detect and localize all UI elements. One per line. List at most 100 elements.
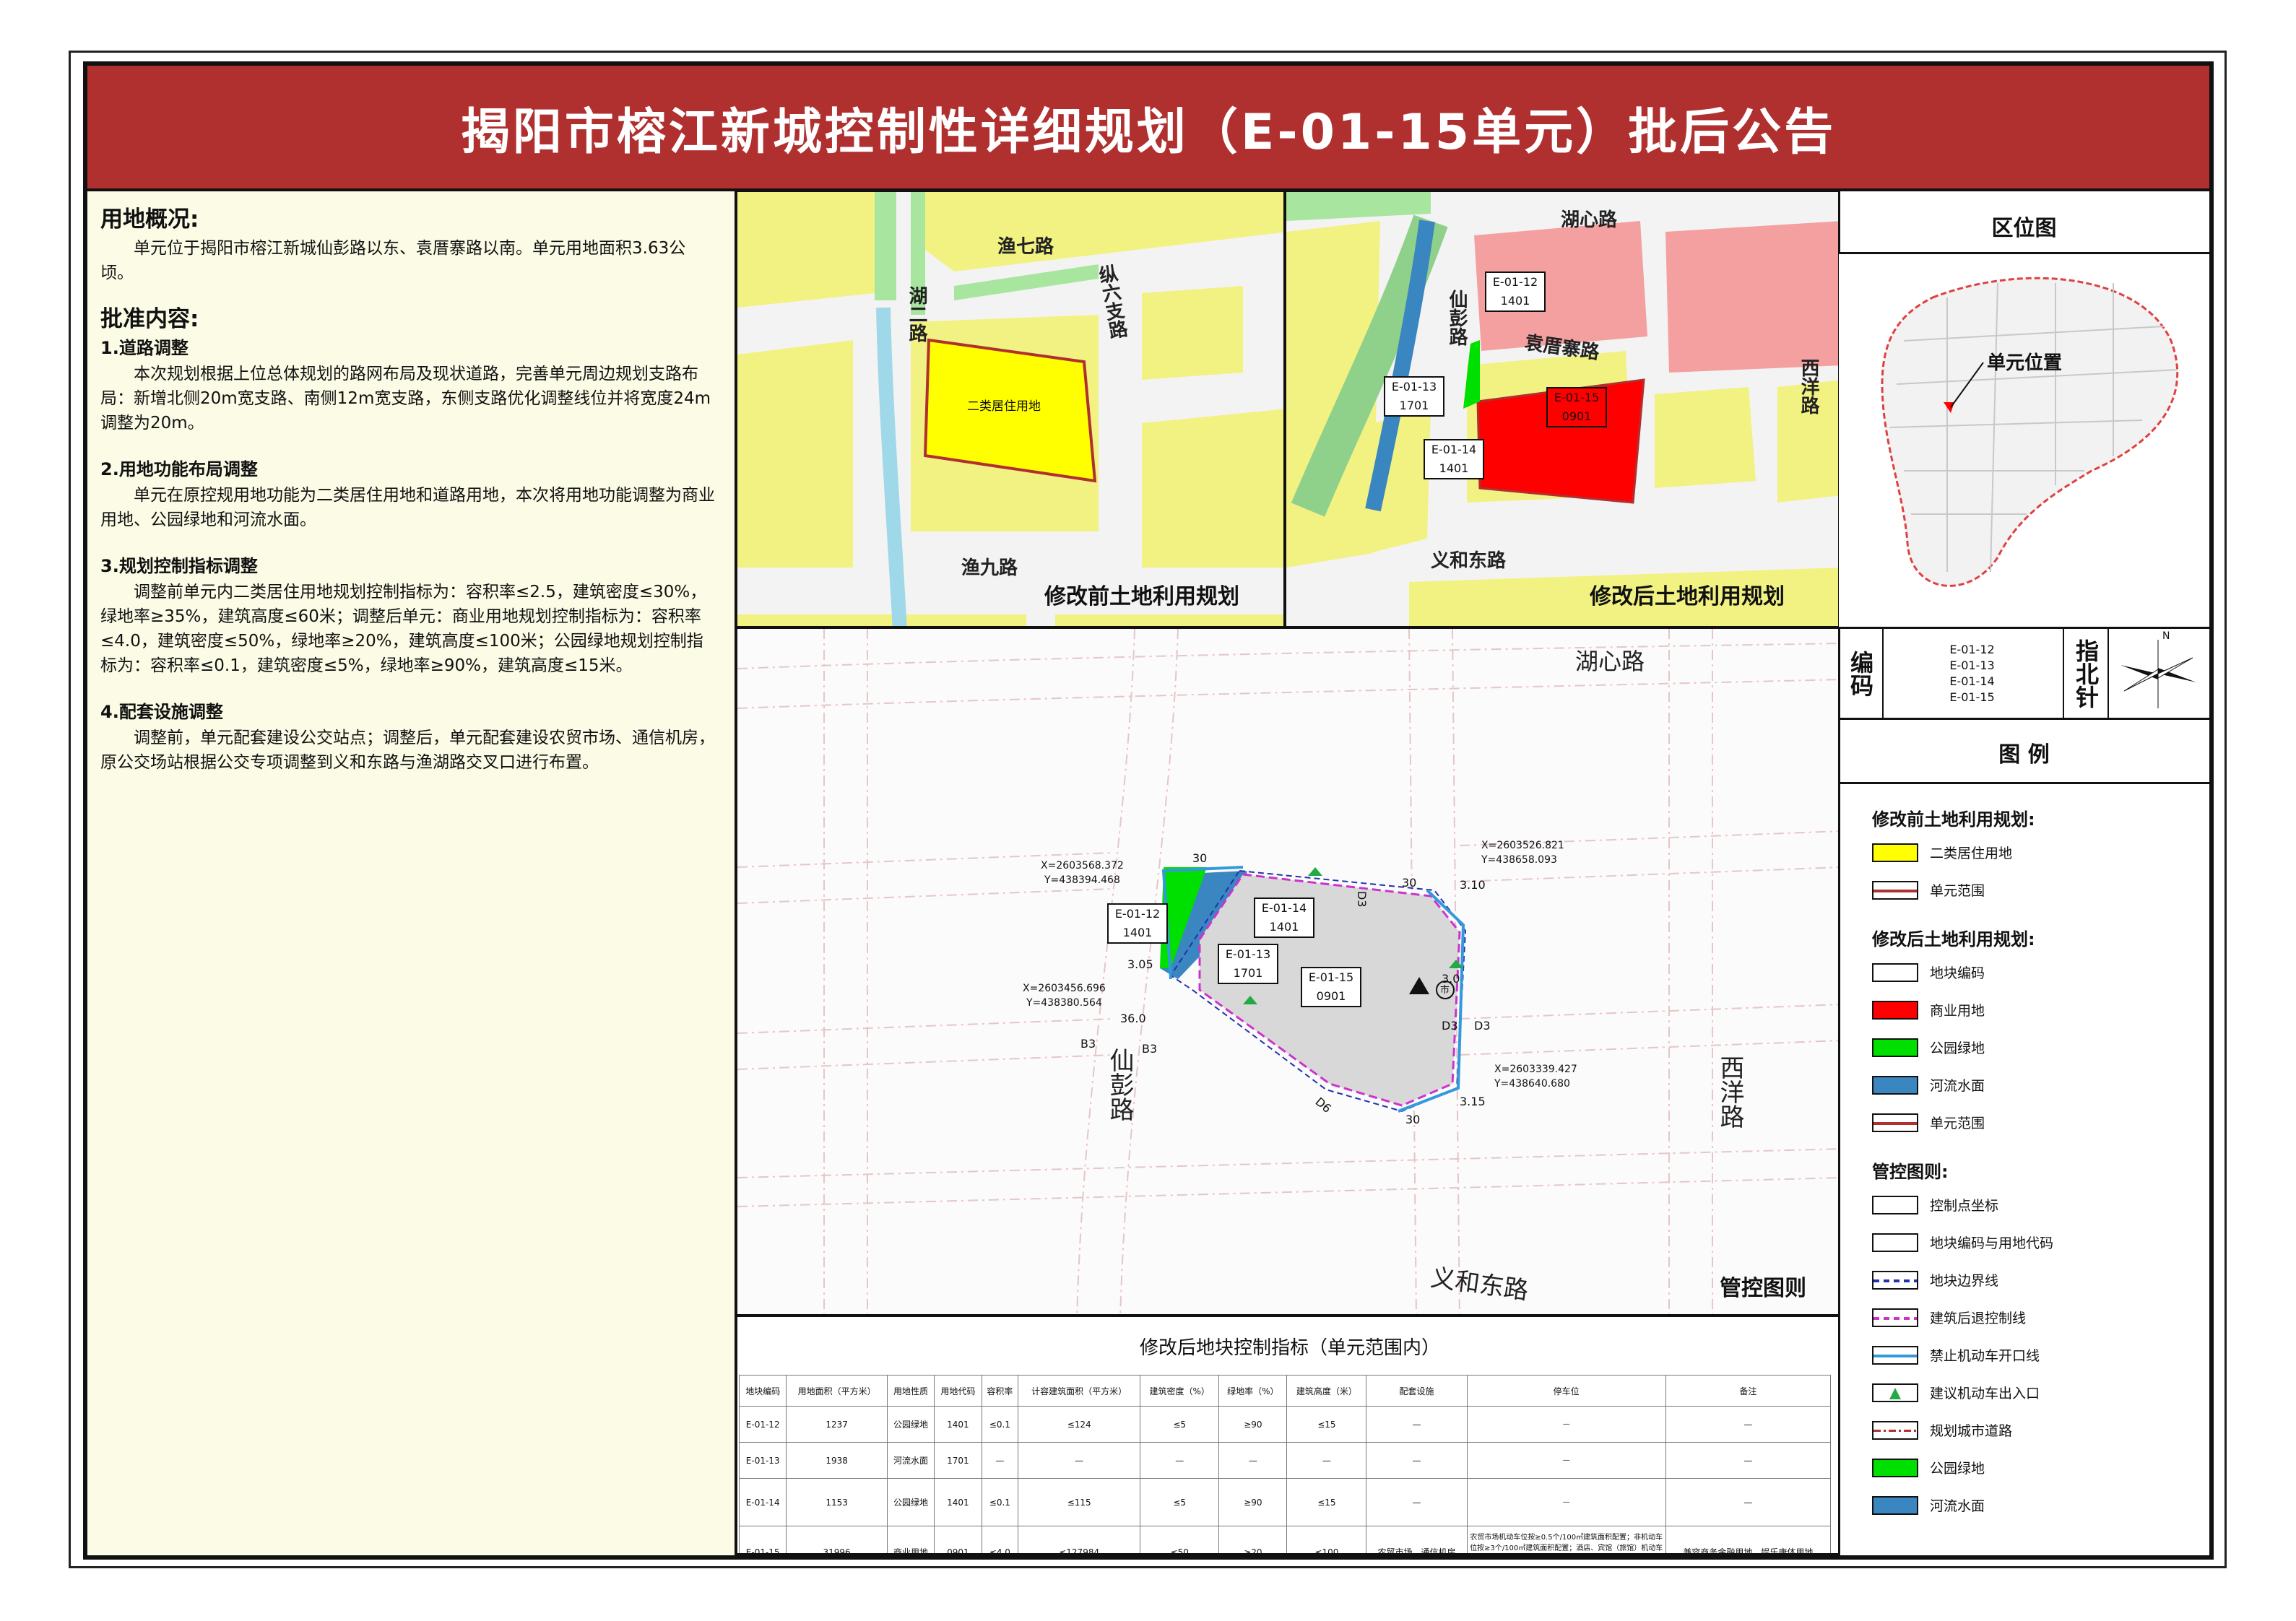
table-header-cell: 备注 bbox=[1665, 1375, 1832, 1407]
legend-label: 地块编码 bbox=[1930, 965, 1985, 981]
north-arrow-icon bbox=[2120, 640, 2196, 708]
description-panel: 用地概况: 单元位于揭阳市榕江新城仙彭路以东、袁厝寨路以南。单元用地面积3.63… bbox=[87, 191, 737, 1555]
legend-label: 规划城市道路 bbox=[1930, 1423, 2013, 1439]
setback-mark: D3 bbox=[1355, 891, 1369, 908]
table-cell: — bbox=[1140, 1442, 1220, 1479]
legend-swatch bbox=[1872, 1270, 1918, 1290]
legend-item: 河流水面 bbox=[1872, 1075, 1985, 1095]
location-marker-label: 单元位置 bbox=[1987, 352, 2063, 374]
road-label: 湖二路 bbox=[906, 286, 927, 342]
map-after-caption: 修改后土地利用规划 bbox=[1590, 584, 1785, 609]
legend-divider bbox=[1839, 782, 2209, 784]
table-cell: 1701 bbox=[934, 1442, 982, 1479]
legend-swatch bbox=[1872, 1458, 1918, 1477]
legend-label: 建议机动车出入口 bbox=[1930, 1386, 2040, 1401]
table-cell: ≤0.1 bbox=[981, 1478, 1019, 1526]
legend-swatch bbox=[1872, 1113, 1918, 1132]
legend-heading: 图 例 bbox=[1998, 742, 2050, 768]
legend-swatch bbox=[1872, 962, 1918, 982]
legend-label: 地块边界线 bbox=[1930, 1273, 1999, 1289]
table-cell: — bbox=[1665, 1406, 1832, 1443]
table-cell: ≥90 bbox=[1218, 1478, 1288, 1526]
section-text: 调整前，单元配套建设公交站点；调整后，单元配套建设农贸市场、通信机房，原公交场站… bbox=[100, 729, 715, 772]
legend-item: 二类居住用地 bbox=[1872, 843, 2012, 862]
table-cell: ≥90 bbox=[1218, 1406, 1288, 1443]
legend-label: 单元范围 bbox=[1930, 1116, 1985, 1131]
table-cell: ≤124 bbox=[1018, 1406, 1141, 1443]
table-cell: 公园绿地 bbox=[886, 1478, 935, 1526]
parcel-code-box: E-01-14 1401 bbox=[1254, 898, 1314, 938]
legend-group-title: 修改前土地利用规划: bbox=[1872, 809, 2035, 830]
road-label: 渔九路 bbox=[961, 557, 1018, 579]
location-map: 单元位置 bbox=[1839, 252, 2209, 629]
page-title: 揭阳市榕江新城控制性详细规划（E-01-15单元）批后公告 bbox=[460, 103, 1837, 161]
road-label: 仙彭路 bbox=[1446, 290, 1468, 346]
legend-label: 河流水面 bbox=[1930, 1078, 1985, 1094]
right-column: 区位图 单元位置 编码 E-01-12 E-01-13 E-01-14 E-01- bbox=[1839, 191, 2209, 1555]
table-cell: 农贸市场、通信机房 bbox=[1366, 1526, 1468, 1553]
road-label: 仙彭路 bbox=[1105, 1048, 1134, 1121]
setback-mark: D3 bbox=[1474, 1019, 1491, 1033]
control-point-coord: X=2603568.372 Y=438394.468 bbox=[1041, 860, 1124, 886]
table-cell: — bbox=[1466, 1478, 1666, 1526]
codes-block: 编码 E-01-12 E-01-13 E-01-14 E-01-15 指北针 N bbox=[1839, 629, 2209, 720]
control-map-panel: 湖心路 仙彭路 西洋路 义和东路 X=2603568.372 Y=438394.4… bbox=[735, 627, 1840, 1316]
section-title: 1.道路调整 bbox=[100, 338, 189, 358]
section-title: 3.规划控制指标调整 bbox=[100, 556, 258, 576]
table-cell: E-01-14 bbox=[738, 1478, 787, 1526]
north-label: 指北针 bbox=[2063, 629, 2109, 718]
legend-label: 二类居住用地 bbox=[1930, 846, 2013, 861]
legend-swatch bbox=[1872, 1000, 1918, 1020]
table-header-cell: 计容建筑面积（平方米） bbox=[1018, 1375, 1141, 1407]
table-row: E-01-14 1153 公园绿地 1401 ≤0.1 ≤115 ≤5 ≥90 ≤15— — — bbox=[738, 1478, 1832, 1526]
road-label: 西洋路 bbox=[1715, 1055, 1744, 1129]
table-cell: 商业用地 bbox=[886, 1526, 935, 1553]
table-cell: ≤5 bbox=[1140, 1406, 1220, 1443]
table-cell: 31996 bbox=[786, 1526, 888, 1553]
road-label: 义和东路 bbox=[1431, 550, 1507, 572]
legend-label: 建筑后退控制线 bbox=[1930, 1311, 2027, 1326]
dimension-label: 3.10 bbox=[1460, 878, 1486, 892]
table-cell: 1153 bbox=[786, 1478, 888, 1526]
table-cell: — bbox=[1218, 1442, 1288, 1479]
table-cell: ≤100 bbox=[1286, 1526, 1367, 1553]
table-cell: — bbox=[981, 1442, 1019, 1479]
table-header-row: 地块编码 用地面积（平方米） 用地性质 用地代码 容积率 计容建筑面积（平方米） 建筑密度（… bbox=[738, 1375, 1832, 1407]
table-cell: — bbox=[1366, 1442, 1468, 1479]
control-point-coord: X=2603526.821 Y=438658.093 bbox=[1481, 840, 1564, 866]
legend-swatch bbox=[1872, 1195, 1918, 1214]
legend-item: 地块编码与用地代码 bbox=[1872, 1233, 2053, 1252]
table-row: E-01-15 31996 商业用地 0901 ≤4.0 ≤127984 ≤50 ≥20 ≤10… bbox=[738, 1526, 1832, 1553]
dimension-label: 30 bbox=[1192, 851, 1208, 865]
legend-swatch bbox=[1872, 1495, 1918, 1515]
table-row: E-01-13 1938 河流水面 1701— — — — — — — — bbox=[738, 1442, 1832, 1479]
table-cell: 公园绿地 bbox=[886, 1406, 935, 1443]
table-header-cell: 容积率 bbox=[981, 1375, 1019, 1407]
table-header-cell: 用地面积（平方米） bbox=[786, 1375, 888, 1407]
location-heading: 区位图 bbox=[1991, 216, 2057, 241]
table-cell: 0901 bbox=[934, 1526, 982, 1553]
dimension-label: 30 bbox=[1405, 1113, 1421, 1126]
table-header-cell: 建筑密度（%） bbox=[1140, 1375, 1220, 1407]
table-cell: — bbox=[1018, 1442, 1141, 1479]
setback-mark: B3 bbox=[1142, 1042, 1158, 1056]
section-text: 本次规划根据上位总体规划的路网布局及现状道路，完善单元周边规划支路布局：新增北侧… bbox=[100, 365, 711, 433]
table-header-cell: 建筑高度（米） bbox=[1286, 1375, 1367, 1407]
legend-label: 公园绿地 bbox=[1930, 1040, 1985, 1056]
legend-item: 建筑后退控制线 bbox=[1872, 1308, 2026, 1327]
legend-swatch bbox=[1872, 1075, 1918, 1095]
legend-label: 控制点坐标 bbox=[1930, 1198, 1999, 1214]
legend-item: 单元范围 bbox=[1872, 1113, 1985, 1132]
table-cell: ≤127984 bbox=[1018, 1526, 1141, 1553]
section-text: 单元在原控规用地功能为二类居住用地和道路用地，本次将用地功能调整为商业用地、公园… bbox=[100, 486, 715, 529]
legend-swatch bbox=[1872, 1038, 1918, 1057]
dimension-label: 3.05 bbox=[1127, 957, 1153, 971]
table-cell: — bbox=[1366, 1406, 1468, 1443]
parcel-code-box: E-01-15 0901 bbox=[1546, 387, 1607, 427]
map-after-panel: 湖心路 仙彭路 袁厝寨路 西洋路 义和东路 E-01-12 1401 E-01-1… bbox=[1284, 190, 1840, 628]
control-point-coord: X=2603339.427 Y=438640.680 bbox=[1494, 1064, 1577, 1090]
table-cell: — bbox=[1366, 1478, 1468, 1526]
codes-list: E-01-12 E-01-13 E-01-14 E-01-15 bbox=[1949, 643, 1995, 704]
poster-frame: 揭阳市榕江新城控制性详细规划（E-01-15单元）批后公告 用地概况: 单元位于… bbox=[83, 61, 2214, 1560]
setback-mark: B3 bbox=[1080, 1037, 1096, 1051]
